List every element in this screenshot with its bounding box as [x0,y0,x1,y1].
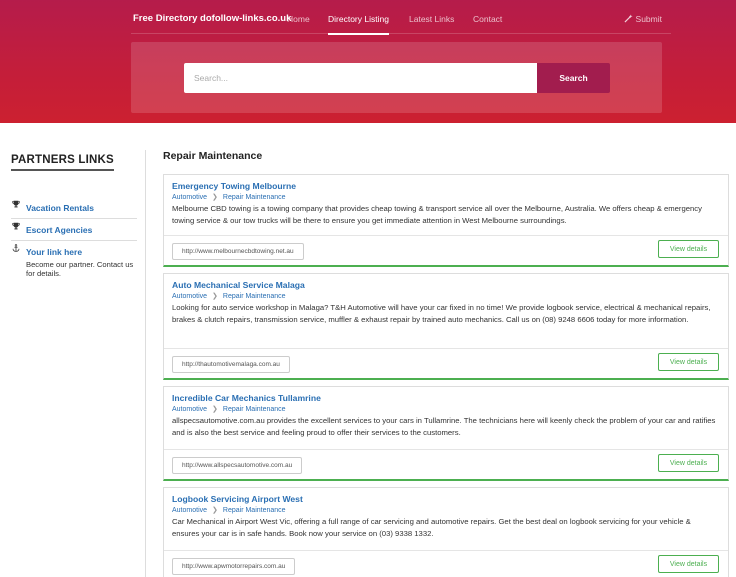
chevron-right-icon: ❯ [212,293,218,300]
top-nav: Free Directory dofollow-links.co.uk Home… [131,0,671,35]
listing-title[interactable]: Auto Mechanical Service Malaga [172,280,720,290]
view-details-button[interactable]: View details [658,555,719,573]
crumb-repair-maintenance[interactable]: Repair Maintenance [223,293,286,300]
anchor-icon [12,244,20,252]
nav-contact[interactable]: Contact [473,14,502,24]
partners-list: Vacation Rentals Escort Agencies Your li… [11,197,137,280]
crumb-automotive[interactable]: Automotive [172,194,207,201]
listing-url[interactable]: http://www.melbournecbdtowing.net.au [172,243,304,260]
listing-title[interactable]: Incredible Car Mechanics Tullamrine [172,393,720,403]
partner-item: Escort Agencies [11,219,137,241]
crumb-repair-maintenance[interactable]: Repair Maintenance [223,507,286,514]
listing-card: Logbook Servicing Airport West Automotiv… [163,487,729,577]
view-details-button[interactable]: View details [658,240,719,258]
partner-item: Vacation Rentals [11,197,137,219]
category-title: Repair Maintenance [163,150,263,162]
listing-footer: http://thautomotivemalaga.com.au View de… [164,348,728,378]
listing-title[interactable]: Logbook Servicing Airport West [172,494,720,504]
crumb-automotive[interactable]: Automotive [172,406,207,413]
partner-link-your-link-here[interactable]: Your link here [26,247,82,257]
nav-directory-listing[interactable]: Directory Listing [328,14,389,35]
listing-card: Emergency Towing Melbourne Automotive ❯ Re… [163,174,729,267]
listing-footer: http://www.apwmotorrepairs.com.au View d… [164,550,728,577]
partner-link-escort-agencies[interactable]: Escort Agencies [26,225,92,235]
chevron-right-icon: ❯ [212,406,218,413]
listing-description: Car Mechanical in Airport West Vic, offe… [172,517,691,538]
listing-description: Melbourne CBD towing is a towing company… [172,204,702,225]
sidebar: PARTNERS LINKS Vacation Rentals Escort A… [11,150,137,280]
crumb-automotive[interactable]: Automotive [172,293,207,300]
listing-card: Incredible Car Mechanics Tullamrine Auto… [163,386,729,481]
nav-home[interactable]: Home [287,14,310,24]
chevron-right-icon: ❯ [212,194,218,201]
main-content: Repair Maintenance Emergency Towing Melb… [163,150,729,577]
partner-item: Your link here Become our partner. Conta… [11,241,137,280]
nav-latest-links[interactable]: Latest Links [409,14,454,24]
submit-link[interactable]: Submit [624,14,662,24]
site-brand[interactable]: Free Directory dofollow-links.co.uk [133,13,291,24]
magic-wand-icon [624,14,633,23]
listing-description: allspecsautomotive.com.au provides the e… [172,416,716,437]
listing-footer: http://www.melbournecbdtowing.net.au Vie… [164,235,728,265]
listing-url[interactable]: http://www.apwmotorrepairs.com.au [172,558,296,575]
column-divider [145,150,146,577]
partner-description: Become our partner. Contact us for detai… [26,260,134,278]
listing-url[interactable]: http://thautomotivemalaga.com.au [172,356,290,373]
trophy-icon [12,200,20,208]
sidebar-title: PARTNERS LINKS [11,154,114,171]
chevron-right-icon: ❯ [212,507,218,514]
view-details-button[interactable]: View details [658,454,719,472]
crumb-repair-maintenance[interactable]: Repair Maintenance [223,194,286,201]
site-header: Free Directory dofollow-links.co.uk Home… [0,0,736,123]
partner-link-vacation-rentals[interactable]: Vacation Rentals [26,203,94,213]
listing-card: Auto Mechanical Service Malaga Automotiv… [163,273,729,380]
crumb-repair-maintenance[interactable]: Repair Maintenance [223,406,286,413]
search-input[interactable] [184,63,537,93]
listing-description: Looking for auto service workshop in Mal… [172,303,711,324]
search-panel: Search [131,42,662,113]
crumb-automotive[interactable]: Automotive [172,507,207,514]
trophy-icon [12,222,20,230]
listing-url[interactable]: http://www.allspecsautomotive.com.au [172,457,303,474]
view-details-button[interactable]: View details [658,353,719,371]
search-button[interactable]: Search [537,63,610,93]
breadcrumb: Automotive ❯ Repair Maintenance [172,506,720,515]
listing-title[interactable]: Emergency Towing Melbourne [172,181,720,191]
submit-label: Submit [635,14,662,24]
breadcrumb: Automotive ❯ Repair Maintenance [172,193,720,202]
breadcrumb: Automotive ❯ Repair Maintenance [172,405,720,414]
breadcrumb: Automotive ❯ Repair Maintenance [172,292,720,301]
listing-footer: http://www.allspecsautomotive.com.au Vie… [164,449,728,479]
